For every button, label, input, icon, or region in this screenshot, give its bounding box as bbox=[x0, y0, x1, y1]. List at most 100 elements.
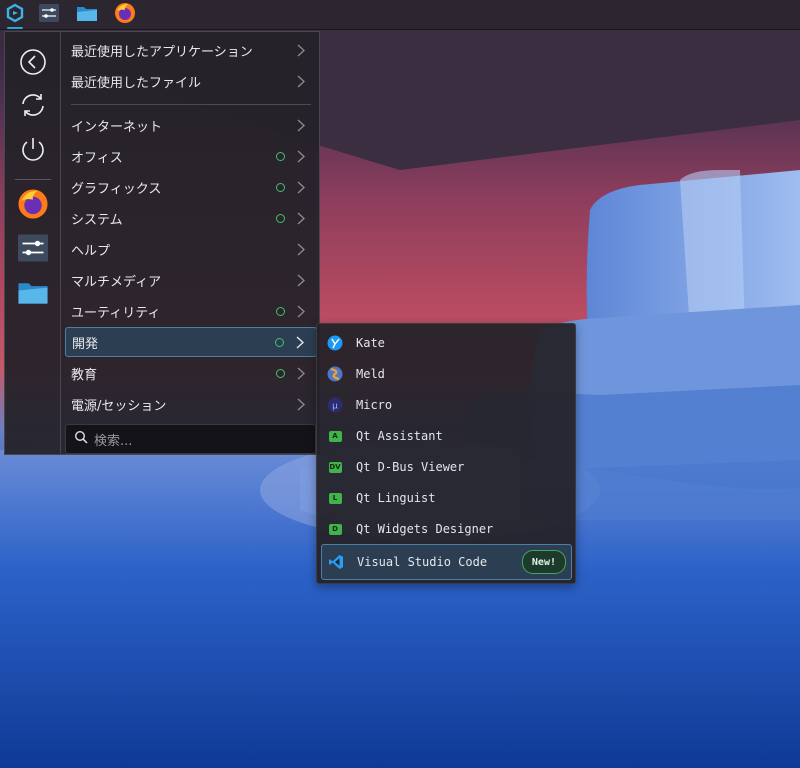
new-indicator-dot bbox=[276, 368, 285, 378]
app-item-qt-widgets-designer[interactable]: D Qt Widgets Designer bbox=[321, 514, 572, 544]
app-launcher-button[interactable] bbox=[1, 2, 29, 29]
app-item-qt-d-bus-viewer[interactable]: DV Qt D-Bus Viewer bbox=[321, 452, 572, 482]
chevron-right-icon bbox=[297, 211, 307, 225]
chevron-right-icon bbox=[296, 335, 306, 349]
app-label: Qt D-Bus Viewer bbox=[356, 460, 465, 474]
new-indicator-dot bbox=[276, 151, 285, 161]
search-icon bbox=[74, 430, 88, 448]
category-recent-files[interactable]: 最近使用したファイル bbox=[65, 66, 317, 96]
app-launcher-icon bbox=[5, 3, 25, 27]
refresh-button[interactable] bbox=[15, 89, 51, 125]
vscode-icon bbox=[328, 554, 344, 570]
app-item-visual-studio-code[interactable]: Visual Studio Code New! bbox=[321, 544, 572, 580]
file-manager-favorite[interactable] bbox=[15, 276, 51, 312]
category-utilities[interactable]: ユーティリティ bbox=[65, 296, 317, 326]
chevron-right-icon bbox=[297, 180, 307, 194]
category-internet[interactable]: インターネット bbox=[65, 110, 317, 140]
category-multimedia[interactable]: マルチメディア bbox=[65, 265, 317, 295]
settings-sliders-icon bbox=[18, 234, 48, 266]
chevron-right-icon bbox=[297, 242, 307, 256]
app-label: Qt Widgets Designer bbox=[356, 522, 494, 536]
qt-glyph: D bbox=[328, 523, 342, 535]
svg-text:μ: μ bbox=[332, 402, 338, 412]
category-label: 電源/セッション bbox=[71, 398, 167, 414]
category-label: オフィス bbox=[71, 150, 123, 166]
firefox-icon bbox=[114, 2, 136, 28]
favorites-sidebar bbox=[5, 32, 61, 454]
app-item-qt-assistant[interactable]: A Qt Assistant bbox=[321, 421, 572, 451]
qt-glyph: L bbox=[328, 492, 342, 504]
favorites-separator bbox=[15, 179, 51, 180]
back-arrow-icon bbox=[19, 48, 47, 80]
chevron-right-icon bbox=[297, 397, 307, 411]
firefox-taskbar-button[interactable] bbox=[111, 2, 139, 28]
application-menu: 最近使用したアプリケーション 最近使用したファイル インターネット オフィスグラフィッ… bbox=[4, 31, 320, 455]
app-item-micro[interactable]: μ Micro bbox=[321, 390, 572, 420]
search-placeholder: 検索... bbox=[94, 433, 133, 449]
category-office[interactable]: オフィス bbox=[65, 141, 317, 171]
chevron-right-icon bbox=[297, 43, 307, 57]
category-label: 開発 bbox=[72, 336, 99, 352]
settings-favorite[interactable] bbox=[15, 232, 51, 268]
refresh-icon bbox=[19, 91, 47, 123]
firefox-favorite[interactable] bbox=[15, 188, 51, 224]
category-separator bbox=[71, 104, 311, 105]
category-power-session[interactable]: 電源/セッション bbox=[65, 389, 317, 419]
chevron-right-icon bbox=[297, 273, 307, 287]
new-indicator-dot bbox=[276, 182, 285, 192]
meld-icon bbox=[327, 366, 343, 382]
category-label: ヘルプ bbox=[71, 243, 111, 259]
settings-taskbar-button[interactable] bbox=[35, 2, 63, 28]
app-label: Qt Assistant bbox=[356, 429, 443, 443]
chevron-right-icon bbox=[297, 149, 307, 163]
category-graphics[interactable]: グラフィックス bbox=[65, 172, 317, 202]
app-label: Qt Linguist bbox=[356, 491, 436, 505]
app-label: Micro bbox=[356, 398, 393, 412]
development-submenu: Kate Meld μ Micro A Qt Assistant DV Qt D-Bus Vi… bbox=[316, 323, 576, 584]
category-label: グラフィックス bbox=[71, 181, 162, 197]
category-education[interactable]: 教育 bbox=[65, 358, 317, 388]
power-icon bbox=[19, 135, 47, 167]
app-item-meld[interactable]: Meld bbox=[321, 359, 572, 389]
qt-dbus-viewer-icon: DV bbox=[327, 459, 343, 475]
top-panel bbox=[0, 0, 800, 30]
qt-glyph: A bbox=[328, 430, 342, 442]
firefox-icon bbox=[17, 188, 49, 224]
qt-designer-icon: D bbox=[327, 521, 343, 537]
app-label: Visual Studio Code bbox=[357, 555, 488, 569]
micro-icon: μ bbox=[327, 397, 343, 413]
category-label: システム bbox=[71, 212, 123, 228]
back-button[interactable] bbox=[15, 46, 51, 82]
category-label: 最近使用したアプリケーション bbox=[71, 44, 253, 60]
app-item-kate[interactable]: Kate bbox=[321, 328, 572, 358]
category-development[interactable]: 開発 bbox=[65, 327, 317, 357]
category-system[interactable]: システム bbox=[65, 203, 317, 233]
power-button[interactable] bbox=[15, 133, 51, 169]
file-manager-taskbar-button[interactable] bbox=[73, 2, 101, 28]
category-label: 最近使用したファイル bbox=[71, 75, 202, 91]
app-label: Meld bbox=[356, 367, 385, 381]
chevron-right-icon bbox=[297, 304, 307, 318]
new-indicator-dot bbox=[276, 306, 285, 316]
new-indicator-dot bbox=[276, 213, 285, 223]
chevron-right-icon bbox=[297, 366, 307, 380]
search-field[interactable]: 検索... bbox=[65, 424, 316, 454]
app-label: Kate bbox=[356, 336, 385, 350]
category-label: インターネット bbox=[71, 119, 163, 135]
new-indicator-dot bbox=[275, 337, 284, 347]
qt-glyph: DV bbox=[328, 461, 342, 473]
category-label: マルチメディア bbox=[71, 274, 162, 290]
file-manager-icon bbox=[76, 4, 98, 26]
file-manager-icon bbox=[17, 278, 49, 310]
chevron-right-icon bbox=[297, 74, 307, 88]
new-badge: New! bbox=[521, 550, 566, 574]
qt-linguist-icon: L bbox=[327, 490, 343, 506]
qt-assistant-icon: A bbox=[327, 428, 343, 444]
category-label: 教育 bbox=[71, 367, 98, 383]
category-recent-apps[interactable]: 最近使用したアプリケーション bbox=[65, 35, 317, 65]
app-item-qt-linguist[interactable]: L Qt Linguist bbox=[321, 483, 572, 513]
chevron-right-icon bbox=[297, 118, 307, 132]
category-label: ユーティリティ bbox=[71, 305, 161, 321]
kate-icon bbox=[327, 335, 343, 351]
category-help[interactable]: ヘルプ bbox=[65, 234, 317, 264]
